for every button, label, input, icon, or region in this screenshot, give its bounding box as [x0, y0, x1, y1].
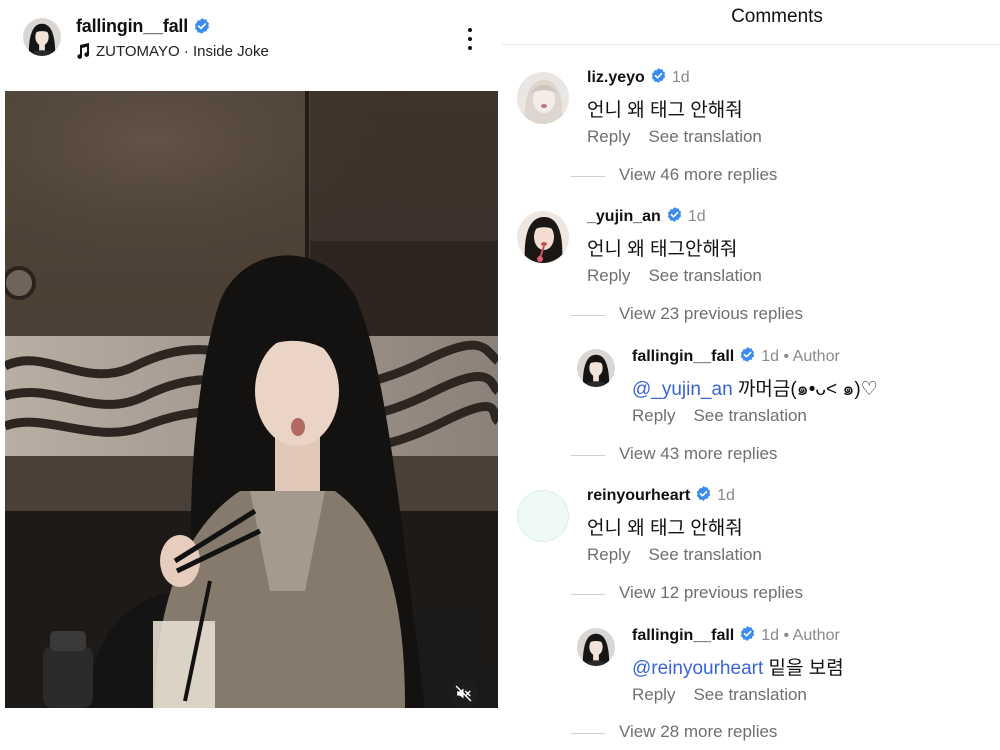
view-previous-replies-button[interactable]: View 23 previous replies — [571, 304, 803, 324]
see-translation-button[interactable]: See translation — [648, 545, 761, 564]
more-vertical-icon — [468, 28, 472, 32]
author-tag: • Author — [783, 348, 840, 365]
comment-time: 1d — [717, 487, 735, 504]
reply-username-row[interactable]: fallingin__fall 1d • Author — [632, 625, 840, 645]
more-dot — [468, 37, 472, 41]
verified-badge-icon — [739, 625, 756, 642]
reply-button[interactable]: Reply — [587, 545, 630, 564]
view-previous-replies-button[interactable]: View 12 previous replies — [571, 583, 803, 603]
comment-time: 1d — [671, 69, 690, 86]
post-username-row[interactable]: fallingin__fall — [76, 16, 211, 37]
more-options-button[interactable] — [460, 26, 480, 52]
divider — [502, 44, 1000, 45]
music-note-icon — [76, 43, 90, 59]
comment-username[interactable]: liz.yeyo — [587, 69, 645, 86]
music-attribution[interactable]: ZUTOMAYO · Inside Joke — [76, 43, 269, 60]
verified-badge-icon — [193, 17, 211, 35]
comments-title: Comments — [731, 6, 823, 27]
comment-actions: Reply See translation — [587, 127, 762, 147]
post-username[interactable]: fallingin__fall — [76, 16, 188, 36]
verified-badge-icon — [739, 346, 756, 363]
comment-actions: Reply See translation — [587, 266, 762, 286]
see-translation-button[interactable]: See translation — [693, 685, 806, 704]
reply-button[interactable]: Reply — [587, 266, 630, 285]
post-panel: fallingin__fall ZUTOMAYO · Inside Joke — [0, 0, 502, 750]
reply-time: 1d — [761, 627, 780, 644]
comment-username[interactable]: reinyourheart — [587, 487, 690, 504]
music-label: ZUTOMAYO · Inside Joke — [96, 43, 269, 60]
commenter-avatar[interactable] — [517, 211, 569, 263]
reply-text: @reinyourheart 밑을 보렴 — [632, 653, 844, 680]
verified-badge-icon — [650, 67, 667, 84]
mention-link[interactable]: @_yujin_an — [632, 379, 733, 400]
comment-actions: Reply See translation — [587, 545, 762, 565]
reply-button[interactable]: Reply — [587, 127, 630, 146]
comments-panel: Comments liz.yeyo 1d 언니 왜 태그 안해줘 Reply See… — [502, 0, 1000, 750]
reply-username-row[interactable]: fallingin__fall 1d • Author — [632, 346, 840, 366]
verified-badge-icon — [695, 485, 712, 502]
see-translation-button[interactable]: See translation — [693, 406, 806, 425]
mute-button[interactable] — [448, 678, 478, 708]
comment-text: 언니 왜 태그 안해줘 — [587, 518, 743, 539]
reply-actions: Reply See translation — [632, 406, 807, 426]
see-translation-button[interactable]: See translation — [648, 127, 761, 146]
see-translation-button[interactable]: See translation — [648, 266, 761, 285]
reply-time: 1d — [761, 348, 780, 365]
verified-badge-icon — [666, 206, 683, 223]
mention-link[interactable]: @reinyourheart — [632, 658, 763, 679]
comment-text: 언니 왜 태그 안해줘 — [587, 100, 743, 121]
commenter-avatar[interactable] — [517, 490, 569, 542]
reply-body: 밑을 보렴 — [763, 658, 844, 679]
reply-button[interactable]: Reply — [632, 406, 675, 425]
comment-username-row[interactable]: _yujin_an 1d — [587, 206, 706, 226]
comment-username-row[interactable]: reinyourheart 1d — [587, 485, 735, 505]
comment-username[interactable]: _yujin_an — [587, 208, 661, 225]
view-more-replies-button[interactable]: View 46 more replies — [570, 165, 777, 185]
comment-text: 언니 왜 태그안해줘 — [587, 239, 738, 260]
volume-muted-icon — [455, 685, 471, 701]
comment-username-row[interactable]: liz.yeyo 1d — [587, 67, 690, 87]
view-more-replies-button[interactable]: View 28 more replies — [570, 722, 777, 742]
view-more-replies-button[interactable]: View 43 more replies — [570, 444, 777, 464]
commenter-avatar[interactable] — [517, 72, 569, 124]
reply-username[interactable]: fallingin__fall — [632, 627, 734, 644]
reply-text: @_yujin_an 까머금(๑•ᴗ< ๑)♡ — [632, 374, 878, 404]
reply-username[interactable]: fallingin__fall — [632, 348, 734, 365]
reply-actions: Reply See translation — [632, 685, 807, 705]
post-photo[interactable] — [5, 91, 498, 708]
author-tag: • Author — [783, 627, 840, 644]
author-avatar[interactable] — [23, 18, 61, 56]
more-dot — [468, 46, 472, 50]
author-avatar[interactable] — [577, 349, 615, 387]
author-avatar[interactable] — [577, 628, 615, 666]
post-header: fallingin__fall ZUTOMAYO · Inside Joke — [0, 0, 502, 90]
comment-time: 1d — [687, 208, 706, 225]
reply-button[interactable]: Reply — [632, 685, 675, 704]
reply-body: 까머금(๑•ᴗ< ๑)♡ — [732, 379, 878, 400]
